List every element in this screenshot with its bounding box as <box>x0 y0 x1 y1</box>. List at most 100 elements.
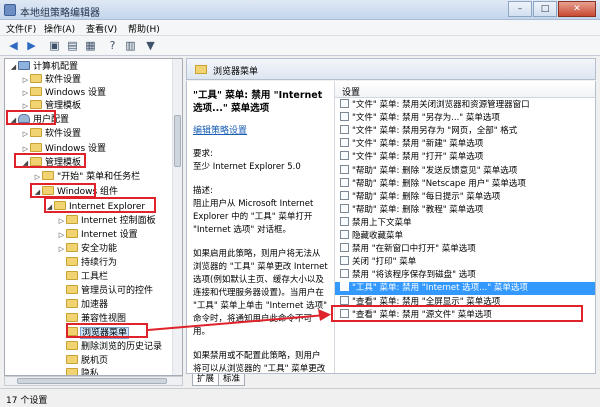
folder-icon <box>42 186 54 195</box>
setting-row[interactable]: "帮助" 菜单: 删除 "教程" 菜单选项 <box>335 203 595 217</box>
policy-setting-icon <box>340 138 349 148</box>
setting-row[interactable]: "文件" 菜单: 禁用 "打开" 菜单选项 <box>335 151 595 164</box>
folder-icon <box>30 100 42 109</box>
settings-list[interactable]: 设置 "文件" 菜单: 禁用关闭浏览器和资源管理器窗口 "文件" 菜单: 禁用 "… <box>334 81 596 373</box>
tree-node-start-menu[interactable]: ▷ "开始" 菜单和任务栏 <box>33 171 140 184</box>
setting-label: 禁用上下文菜单 <box>352 217 412 228</box>
tree-node-user-config[interactable]: ◢ 用户配置 <box>9 114 69 127</box>
tree-node-ie-settings[interactable]: ▷ Internet 设置 <box>57 229 138 242</box>
setting-row[interactable]: "工具" 菜单: 禁用 "Internet 选项..." 菜单选项 <box>335 282 595 296</box>
setting-label: "帮助" 菜单: 删除 "教程" 菜单选项 <box>352 204 484 215</box>
tree-horizontal-scrollbar[interactable] <box>4 376 183 386</box>
folder-icon <box>66 368 78 375</box>
forward-arrow-icon[interactable]: ▶ <box>23 38 40 54</box>
tree-node-windows-settings[interactable]: ▷ Windows 设置 <box>21 87 106 100</box>
back-arrow-icon[interactable]: ◀ <box>5 38 22 54</box>
tree-node-windows-components[interactable]: ◢ Windows 组件 <box>33 186 118 199</box>
pane-header: 浏览器菜单 <box>186 58 596 80</box>
scrollbar-thumb[interactable] <box>17 378 167 384</box>
folder-icon <box>30 87 42 96</box>
tree-node-browser-menus[interactable]: 浏览器菜单 <box>57 327 130 340</box>
setting-row[interactable]: 禁用上下文菜单 <box>335 216 595 230</box>
tree-node-computer-config[interactable]: ◢ 计算机配置 <box>9 61 78 74</box>
setting-row[interactable]: 禁用 "将该程序保存到磁盘" 选项 <box>335 269 595 282</box>
setting-label: 隐藏收藏菜单 <box>352 231 404 241</box>
tree-node-compatibility-view[interactable]: 兼容性视图 <box>57 313 126 326</box>
setting-row[interactable]: "查看" 菜单: 禁用 "源文件" 菜单选项 <box>335 308 595 322</box>
tree-node-admin-templates[interactable]: ◢ 管理模板 <box>21 157 81 170</box>
collapse-icon[interactable]: ◢ <box>21 157 30 170</box>
help-icon[interactable]: ? <box>104 38 121 54</box>
setting-row[interactable]: "文件" 菜单: 禁用 "另存为..." 菜单选项 <box>335 112 595 125</box>
folder-icon <box>30 143 42 152</box>
collapse-icon[interactable]: ◢ <box>45 201 54 214</box>
collapse-icon[interactable]: ◢ <box>33 186 42 199</box>
setting-row[interactable]: "文件" 菜单: 禁用另存为 "网页，全部" 格式 <box>335 125 595 138</box>
tree-node-offline-pages[interactable]: 脱机页 <box>57 355 108 368</box>
expand-icon[interactable]: ▷ <box>57 215 66 228</box>
tree-node-internet-explorer[interactable]: ◢ Internet Explorer <box>45 201 145 214</box>
tab-standard[interactable]: 标准 <box>218 374 246 386</box>
tree-node-software-settings[interactable]: ▷ 软件设置 <box>21 128 81 141</box>
expand-icon[interactable]: ▷ <box>33 171 42 184</box>
minimize-button[interactable]: – <box>508 1 532 17</box>
policy-setting-icon <box>340 295 349 305</box>
policy-settings-link[interactable]: 策略设置 <box>211 126 247 136</box>
menu-file[interactable]: 文件(F) <box>6 22 36 35</box>
expand-icon[interactable]: ▷ <box>21 128 30 141</box>
policy-title: "工具" 菜单: 禁用 "Internet 选项..." 菜单选项 <box>193 90 323 114</box>
tree-node-admin-approved-controls[interactable]: 管理员认可的控件 <box>57 285 153 298</box>
tree-node-software-settings[interactable]: ▷ 软件设置 <box>21 74 81 87</box>
scrollbar-thumb[interactable] <box>174 115 181 167</box>
setting-row[interactable]: 禁用 "在新窗口中打开" 菜单选项 <box>335 243 595 256</box>
show-tree-icon[interactable]: ▤ <box>64 38 81 54</box>
setting-row[interactable]: "帮助" 菜单: 删除 "每日提示" 菜单选项 <box>335 190 595 204</box>
export-list-icon[interactable]: ▦ <box>82 38 99 54</box>
tree-node-persistence-behavior[interactable]: 持续行为 <box>57 257 117 270</box>
tree-node-security-features[interactable]: ▷ 安全功能 <box>57 243 117 256</box>
policy-setting-icon <box>340 99 349 108</box>
tree-node-ie-control-panel[interactable]: ▷ Internet 控制面板 <box>57 215 156 228</box>
column-header-setting[interactable]: 设置 <box>335 81 595 98</box>
menu-action[interactable]: 操作(A) <box>44 22 75 35</box>
menu-view[interactable]: 查看(V) <box>86 22 117 35</box>
expand-icon[interactable]: ▷ <box>21 74 30 87</box>
maximize-button[interactable]: □ <box>533 1 557 17</box>
setting-label: "文件" 菜单: 禁用另存为 "网页，全部" 格式 <box>352 126 518 137</box>
filter-icon[interactable]: ▼ <box>142 38 159 54</box>
setting-row[interactable]: 关闭 "打印" 菜单 <box>335 256 595 269</box>
setting-row[interactable]: "帮助" 菜单: 删除 "发送反馈意见" 菜单选项 <box>335 164 595 178</box>
setting-row[interactable]: "文件" 菜单: 禁用关闭浏览器和资源管理器窗口 <box>335 99 595 112</box>
tree-node-admin-templates[interactable]: ▷ 管理模板 <box>21 100 81 113</box>
tree-node-toolbars[interactable]: 工具栏 <box>57 271 108 284</box>
close-button[interactable]: ✕ <box>558 1 596 17</box>
up-folder-icon[interactable]: ▣ <box>46 38 63 54</box>
expand-icon[interactable]: ▷ <box>57 243 66 256</box>
expand-icon[interactable]: ▷ <box>21 87 30 100</box>
expand-icon[interactable]: ▷ <box>21 100 30 113</box>
policy-setting-icon <box>340 256 349 266</box>
menu-bar: 文件(F) 操作(A) 查看(V) 帮助(H) <box>0 20 600 36</box>
tree-node-privacy[interactable]: 隐私 <box>57 368 99 375</box>
description-label: 描述: <box>193 186 213 196</box>
tree-node-accelerators[interactable]: 加速器 <box>57 299 108 312</box>
collapse-icon[interactable]: ◢ <box>9 61 18 74</box>
menu-help[interactable]: 帮助(H) <box>128 22 160 35</box>
collapse-icon[interactable]: ◢ <box>9 114 18 127</box>
expand-icon[interactable]: ▷ <box>21 143 30 156</box>
folder-icon <box>66 243 78 252</box>
tab-extended[interactable]: 扩展 <box>192 374 220 386</box>
setting-row[interactable]: 隐藏收藏菜单 <box>335 230 595 243</box>
tree-node-windows-settings[interactable]: ▷ Windows 设置 <box>21 143 106 156</box>
setting-label: 关闭 "打印" 菜单 <box>352 257 417 268</box>
setting-row[interactable]: "文件" 菜单: 禁用 "新建" 菜单选项 <box>335 138 595 151</box>
setting-label: "帮助" 菜单: 删除 "Netscape 用户" 菜单选项 <box>352 178 526 189</box>
tree-node-delete-browsing-history[interactable]: 删除浏览的历史记录 <box>57 341 162 354</box>
requirements-label: 要求: <box>193 149 213 159</box>
properties-icon[interactable]: ▥ <box>122 38 139 54</box>
requirements-value: 至少 Internet Explorer 5.0 <box>193 162 301 172</box>
setting-row[interactable]: "查看" 菜单: 禁用 "全屏显示" 菜单选项 <box>335 295 595 309</box>
expand-icon[interactable]: ▷ <box>57 229 66 242</box>
setting-row[interactable]: "帮助" 菜单: 删除 "Netscape 用户" 菜单选项 <box>335 177 595 191</box>
setting-label: "文件" 菜单: 禁用 "打开" 菜单选项 <box>352 152 484 163</box>
